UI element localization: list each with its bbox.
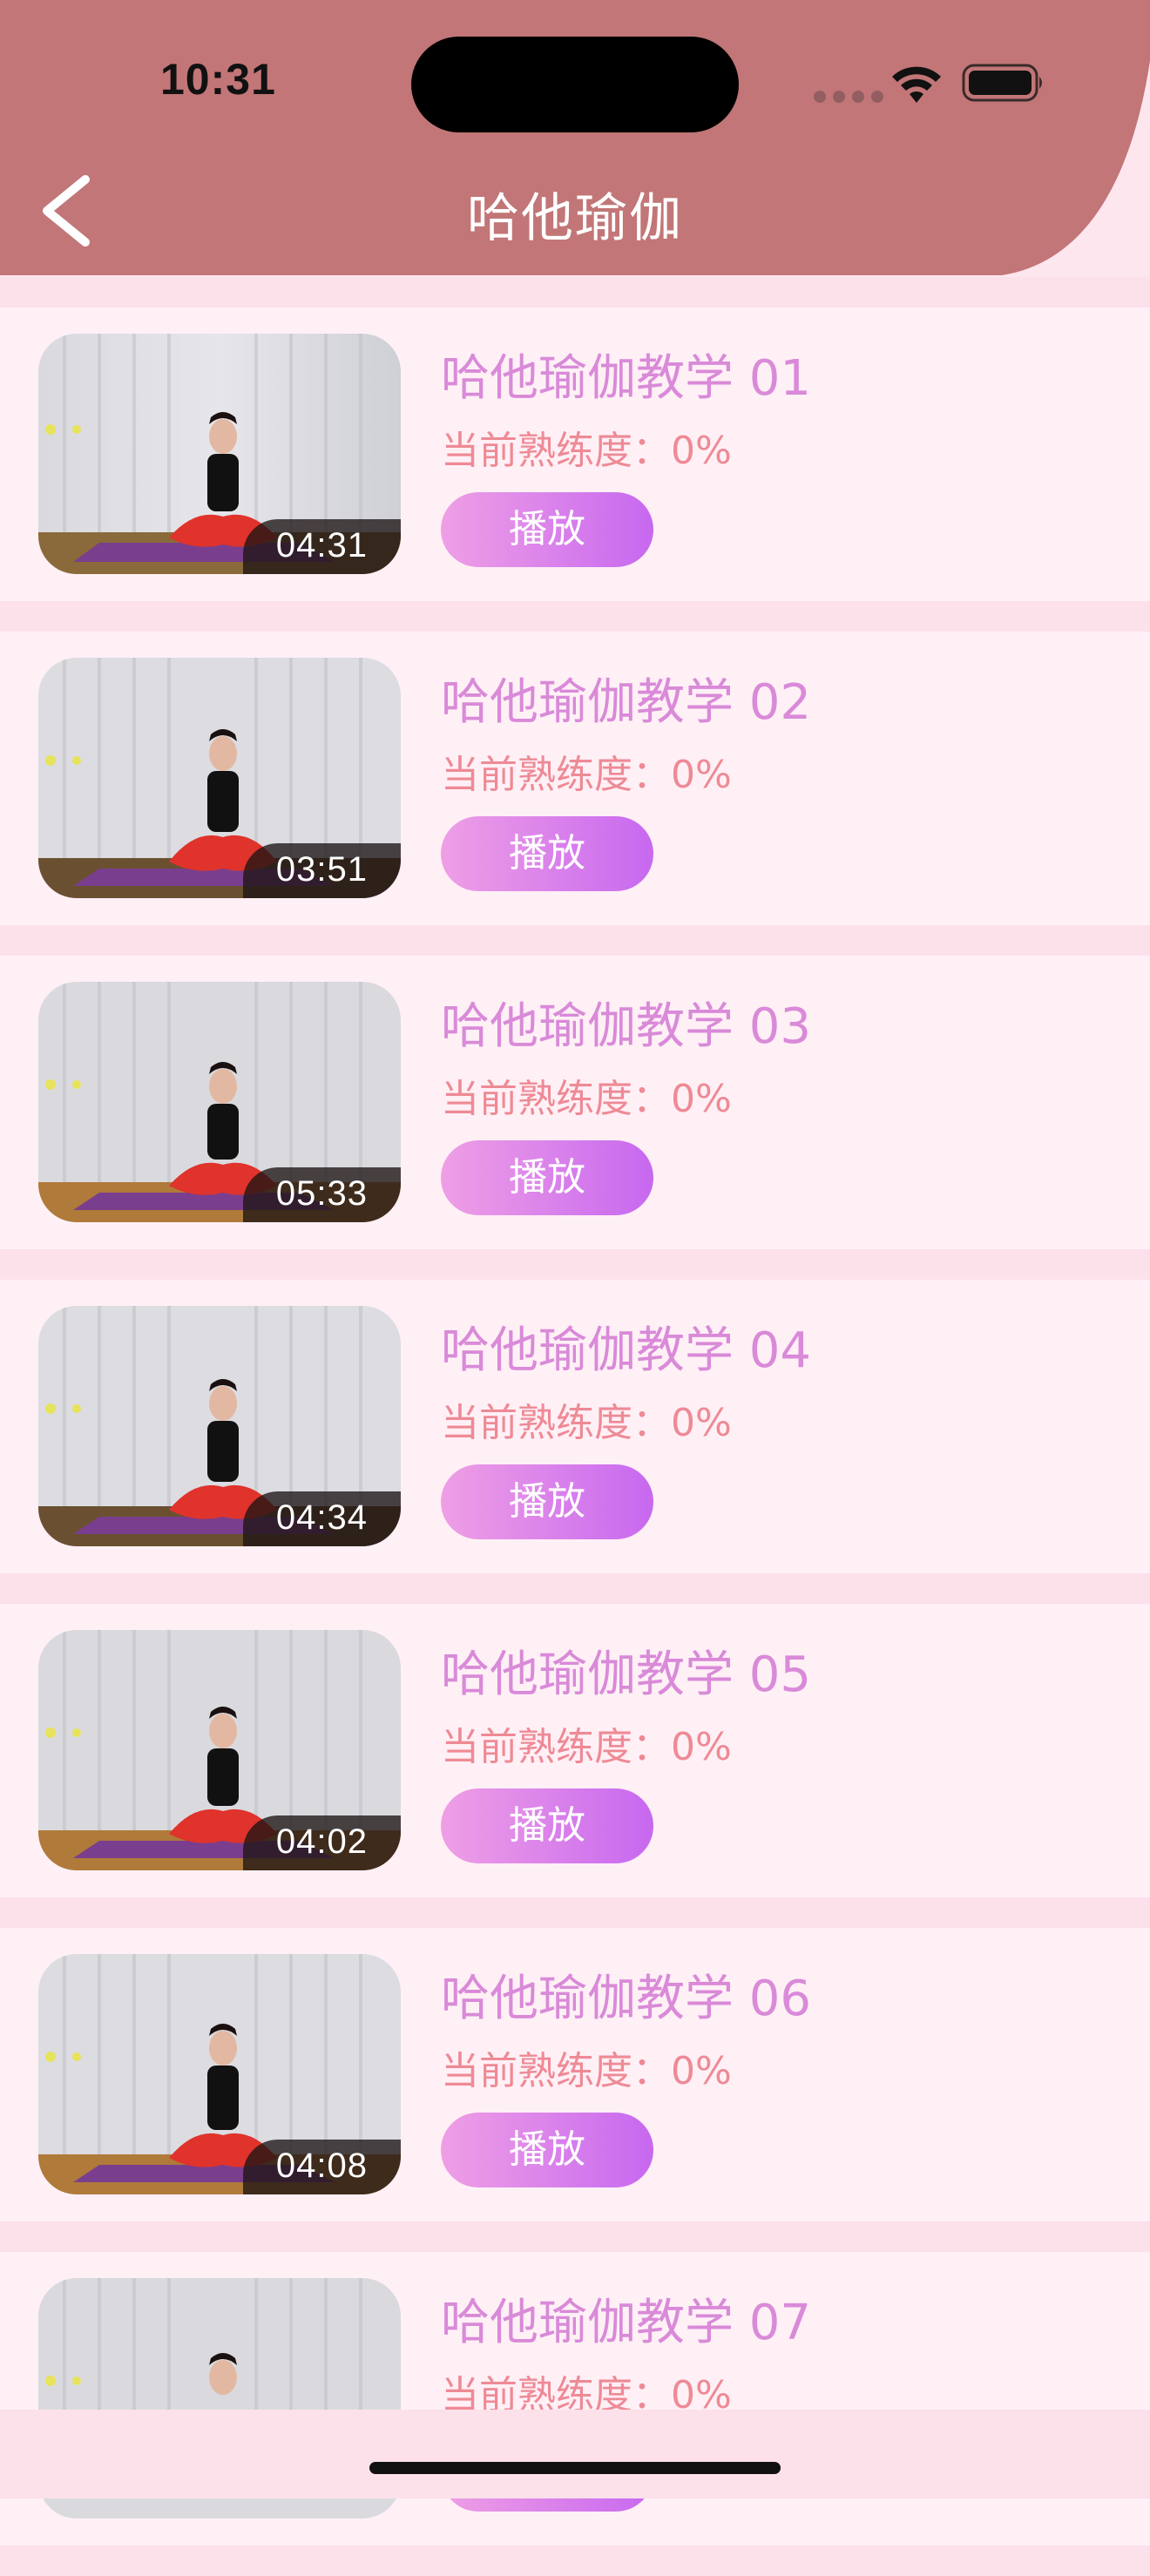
video-thumbnail[interactable]: 04:02	[38, 1630, 401, 1870]
list-item[interactable]: 05:33 哈他瑜伽教学 03 当前熟练度：0% 播放	[0, 956, 1150, 1249]
page-title: 哈他瑜伽	[467, 188, 683, 249]
dynamic-island	[411, 37, 739, 132]
wifi-icon	[892, 66, 941, 103]
video-title: 哈他瑜伽教学 07	[441, 2295, 812, 2351]
bottom-safe-area	[0, 2410, 1150, 2498]
proficiency-label: 当前熟练度：0%	[441, 429, 732, 473]
video-duration: 04:08	[242, 2140, 401, 2194]
play-button[interactable]: 播放	[441, 2113, 653, 2187]
proficiency-label: 当前熟练度：0%	[441, 753, 732, 797]
video-title: 哈他瑜伽教学 03	[441, 998, 812, 1055]
video-title: 哈他瑜伽教学 04	[441, 1322, 812, 1379]
video-list: 04:31 哈他瑜伽教学 01 当前熟练度：0% 播放 03:51 哈他瑜伽教学…	[0, 308, 1150, 2576]
play-button[interactable]: 播放	[441, 1140, 653, 1215]
play-button[interactable]: 播放	[441, 1788, 653, 1863]
video-title: 哈他瑜伽教学 01	[441, 350, 812, 407]
list-item[interactable]: 04:08 哈他瑜伽教学 06 当前熟练度：0% 播放	[0, 1928, 1150, 2221]
video-thumbnail[interactable]: 04:31	[38, 334, 401, 574]
list-item[interactable]: 03:51 哈他瑜伽教学 02 当前熟练度：0% 播放	[0, 632, 1150, 925]
video-duration: 05:33	[242, 1167, 401, 1222]
video-title: 哈他瑜伽教学 02	[441, 674, 812, 731]
video-thumbnail[interactable]: 04:34	[38, 1306, 401, 1546]
video-duration: 04:34	[242, 1491, 401, 1546]
video-duration: 03:51	[242, 843, 401, 898]
video-title: 哈他瑜伽教学 05	[441, 1646, 812, 1703]
play-button[interactable]: 播放	[441, 1464, 653, 1539]
proficiency-label: 当前熟练度：0%	[441, 1725, 732, 1769]
list-item[interactable]: 04:34 哈他瑜伽教学 04 当前熟练度：0% 播放	[0, 1280, 1150, 1573]
cellular-signal-icon	[814, 91, 883, 103]
status-time: 10:31	[160, 55, 276, 104]
video-duration: 04:31	[242, 519, 401, 574]
list-item[interactable]: 哈他瑜伽教学 07 当前熟练度：0% 播放	[0, 2252, 1150, 2546]
video-thumbnail[interactable]: 03:51	[38, 658, 401, 898]
proficiency-label: 当前熟练度：0%	[441, 2049, 732, 2093]
play-button[interactable]: 播放	[441, 492, 653, 567]
play-button[interactable]: 播放	[441, 816, 653, 891]
home-indicator[interactable]	[369, 2462, 781, 2474]
video-duration: 04:02	[242, 1815, 401, 1870]
battery-icon	[962, 64, 1042, 102]
list-item[interactable]: 04:02 哈他瑜伽教学 05 当前熟练度：0% 播放	[0, 1604, 1150, 1897]
video-thumbnail[interactable]: 05:33	[38, 982, 401, 1222]
nav-header: 10:31 哈他瑜伽	[0, 0, 1150, 277]
video-title: 哈他瑜伽教学 06	[441, 1971, 812, 2027]
list-item[interactable]: 04:31 哈他瑜伽教学 01 当前熟练度：0% 播放	[0, 308, 1150, 601]
proficiency-label: 当前熟练度：0%	[441, 1077, 732, 1121]
proficiency-label: 当前熟练度：0%	[441, 1401, 732, 1445]
video-thumbnail[interactable]: 04:08	[38, 1954, 401, 2194]
